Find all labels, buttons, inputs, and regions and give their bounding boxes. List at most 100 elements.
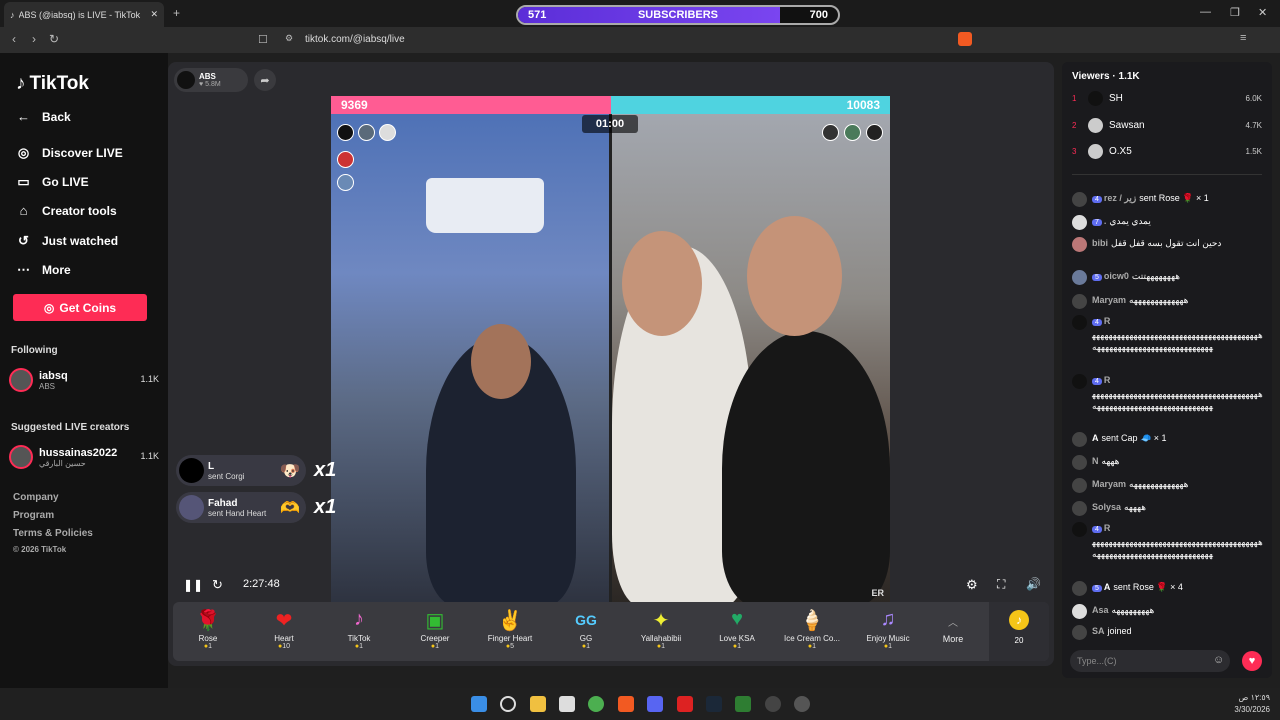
chat-message[interactable]: N هههه <box>1072 455 1264 470</box>
supporter-avatar[interactable] <box>379 124 396 141</box>
gift-rose[interactable]: 🌹 Rose ●1 <box>173 608 243 650</box>
app-icon[interactable] <box>794 696 810 712</box>
store-icon[interactable] <box>559 696 575 712</box>
chat-message[interactable]: 4 R هههههههههههههههههههههههههههههههههههههه… <box>1072 315 1264 367</box>
supporter-avatar[interactable] <box>822 124 839 141</box>
gift-ice-cream[interactable]: 🍦 Ice Cream Co... ●1 <box>777 608 847 650</box>
gift-price: ●1 <box>656 643 666 650</box>
chat-input[interactable]: Type...(C) <box>1070 650 1230 672</box>
coin-balance[interactable]: ♪ 20 <box>989 602 1049 661</box>
gift-name: Creeper <box>420 634 450 643</box>
app-icon[interactable] <box>677 696 693 712</box>
fullscreen-icon[interactable]: ⛶ <box>997 577 1005 592</box>
chat-message[interactable]: 5 Asent Rose 🌹 × 4 <box>1072 581 1264 596</box>
forward-icon[interactable]: › <box>24 32 44 46</box>
chat-message[interactable]: Solysa ههههه <box>1072 501 1264 516</box>
close-window-icon[interactable]: ✕ <box>1258 6 1267 19</box>
chat-message[interactable]: Asent Cap 🧢 × 1 <box>1072 432 1264 447</box>
url-field[interactable]: tiktok.com/@iabsq/live <box>305 34 405 45</box>
gift-love-ksa[interactable]: ♥ Love KSA ●1 <box>702 608 772 650</box>
pause-icon[interactable]: ❚❚ <box>183 578 203 592</box>
steam-icon[interactable] <box>706 696 722 712</box>
refresh-icon[interactable]: ↻ <box>212 577 223 593</box>
excel-icon[interactable] <box>735 696 751 712</box>
top-viewer[interactable]: 1 SH 6.0K <box>1072 90 1262 106</box>
gift-heart[interactable]: ❤ Heart ●10 <box>249 608 319 650</box>
sidebar-item-creator-tools[interactable]: ⌂ Creator tools <box>15 202 117 219</box>
footer-program[interactable]: Program <box>13 510 54 521</box>
player-controls: ❚❚ ↻ 2:27:48 ⚙ ⛶ 🔊 <box>168 572 1054 598</box>
brave-shield-icon[interactable] <box>958 32 972 46</box>
battle-video[interactable]: 9369 10083 01:00 ER <box>331 96 890 602</box>
chat-message[interactable]: 4 R هههههههههههههههههههههههههههههههههههههه… <box>1072 374 1264 426</box>
minimize-icon[interactable]: — <box>1200 6 1211 18</box>
back-icon[interactable]: ‹ <box>4 32 24 46</box>
top-viewer[interactable]: 3 O.X5 1.5K <box>1072 143 1262 159</box>
sidebar: ♪ TikTok ← Back ◎ Discover LIVE ▭ Go LIV… <box>0 53 168 688</box>
gift-more-button[interactable]: ︿ More <box>918 608 988 644</box>
sidebar-item-go-live[interactable]: ▭ Go LIVE <box>15 173 88 190</box>
sidebar-item-back[interactable]: ← Back <box>15 108 71 125</box>
chat-message[interactable]: SA joined <box>1072 625 1264 640</box>
viewer-score: 6.0K <box>1245 93 1262 103</box>
gift-gg[interactable]: GG GG ●1 <box>551 608 621 650</box>
chat-message[interactable]: 4 rez / زير sent Rose 🌹 × 1 <box>1072 192 1264 207</box>
chat-message[interactable]: Maryam هههههههههههههه <box>1072 294 1264 309</box>
like-heart-button[interactable]: ♥ <box>1242 651 1262 671</box>
top-viewer[interactable]: 2 Sawsan 4.7K <box>1072 117 1262 133</box>
file-explorer-icon[interactable] <box>530 696 546 712</box>
emoji-icon[interactable]: ☺ <box>1213 654 1224 666</box>
chat-text: هههههههههههههههههههههههههههههههههههههههه… <box>1092 537 1263 559</box>
supporter-avatar[interactable] <box>844 124 861 141</box>
gift-more-label: More <box>942 634 964 644</box>
bookmark-icon[interactable]: ☐ <box>258 33 268 46</box>
share-icon[interactable]: ➦ <box>254 69 276 91</box>
clock[interactable]: ١٢:٥٩ ص 3/30/2026 <box>1234 692 1270 716</box>
volume-icon[interactable]: 🔊 <box>1026 577 1041 591</box>
chat-message[interactable]: 7. يمدي يمدي <box>1072 215 1264 230</box>
reload-icon[interactable]: ↻ <box>44 32 64 46</box>
chat-message[interactable]: Maryam هههههههههههههه <box>1072 478 1264 493</box>
chat-message[interactable]: 5 oicw0 ههههههههتتت <box>1072 270 1264 285</box>
gift-name: Yallahabibii <box>640 634 682 643</box>
gift-tiktok[interactable]: ♪ TikTok ●1 <box>324 608 394 650</box>
suggested-account[interactable]: hussainas2022 حسين البارقي 1.1K <box>9 445 159 469</box>
footer-terms[interactable]: Terms & Policies <box>13 528 93 539</box>
sidebar-item-more[interactable]: ⋯ More <box>15 261 71 278</box>
gift-yallahabibii[interactable]: ✦ Yallahabibii ●1 <box>626 608 696 650</box>
chat-message[interactable]: Asa هههههههههه <box>1072 604 1264 619</box>
host-chip[interactable]: ABS ♥ 5.8M <box>174 68 248 92</box>
new-tab-icon[interactable]: + <box>173 6 180 20</box>
cloud-icon[interactable] <box>337 174 354 191</box>
gift-creeper[interactable]: ▣ Creeper ●1 <box>400 608 470 650</box>
level-badge: 4 <box>1092 196 1102 203</box>
discord-icon[interactable] <box>647 696 663 712</box>
maximize-icon[interactable]: ❐ <box>1230 6 1240 19</box>
supporter-avatar[interactable] <box>337 124 354 141</box>
creeper-icon: ▣ <box>425 610 445 632</box>
viewer-name: O.X5 <box>1109 145 1132 157</box>
tiktok-logo[interactable]: ♪ TikTok <box>16 73 89 95</box>
supporter-avatar[interactable] <box>358 124 375 141</box>
gift-finger-heart[interactable]: ✌ Finger Heart ●5 <box>475 608 545 650</box>
search-icon[interactable] <box>500 696 516 712</box>
chrome-icon[interactable] <box>588 696 604 712</box>
browser-tab[interactable]: ♪ ABS (@iabsq) is LIVE - TikTok ✕ <box>4 2 164 27</box>
sidebar-item-just-watched[interactable]: ↺ Just watched <box>15 232 118 249</box>
site-info-icon[interactable]: ⚙ <box>285 33 293 44</box>
app-icon[interactable] <box>765 696 781 712</box>
chat-message[interactable]: 4 R هههههههههههههههههههههههههههههههههههههه… <box>1072 522 1264 574</box>
close-tab-icon[interactable]: ✕ <box>150 9 158 20</box>
following-account[interactable]: iabsq ABS 1.1K <box>9 368 159 392</box>
settings-icon[interactable]: ⚙ <box>966 577 978 593</box>
menu-icon[interactable]: ≡ <box>1240 32 1246 44</box>
brave-icon[interactable] <box>618 696 634 712</box>
gift-enjoy-music[interactable]: ♫ Enjoy Music ●1 <box>853 608 923 650</box>
potion-icon[interactable] <box>337 151 354 168</box>
start-icon[interactable] <box>471 696 487 712</box>
chat-message[interactable]: bibi دحين انت تقول بسه قفل قفل <box>1072 237 1264 252</box>
footer-company[interactable]: Company <box>13 492 59 503</box>
supporter-avatar[interactable] <box>866 124 883 141</box>
get-coins-button[interactable]: ◎ Get Coins <box>13 294 147 321</box>
sidebar-item-discover-live[interactable]: ◎ Discover LIVE <box>15 144 123 161</box>
